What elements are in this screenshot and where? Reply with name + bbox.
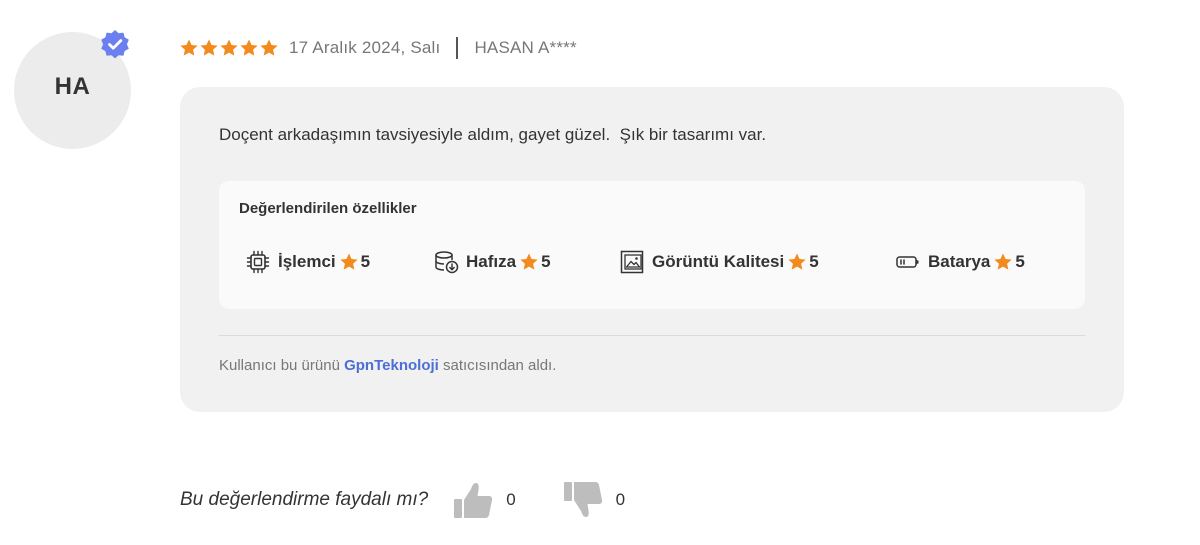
feature-label: Hafıza (466, 252, 517, 271)
seller-prefix: Kullanıcı bu ürünü (219, 357, 345, 374)
feature-label: İşlemci (278, 252, 336, 271)
feature-item-islemci: İşlemci 5 (245, 247, 370, 277)
star-icon (240, 39, 258, 56)
cpu-chip-icon (246, 250, 270, 274)
feature-item-batarya: Batarya 5 (895, 247, 1025, 277)
review-card: Doçent arkadaşımın tavsiyesiyle aldım, g… (180, 87, 1124, 412)
helpful-no-button[interactable]: 0 (562, 480, 625, 520)
image-quality-icon (620, 250, 644, 274)
feature-label: Batarya (928, 252, 991, 271)
storage-database-icon (435, 251, 459, 274)
star-icon (788, 253, 806, 270)
helpful-yes-count: 0 (506, 490, 516, 509)
review-text: Doçent arkadaşımın tavsiyesiyle aldım, g… (219, 125, 767, 144)
thumbs-up-icon (454, 483, 493, 518)
star-icon (220, 39, 238, 56)
seller-info: Kullanıcı bu ürünü GpnTeknoloji satıcısı… (219, 357, 556, 374)
rated-features-box: Değerlendirilen özellikler İşlemci 5 Haf… (219, 181, 1085, 309)
review-date: 17 Aralık 2024, Salı (289, 38, 441, 57)
star-icon (260, 39, 278, 56)
rating-stars (179, 38, 279, 58)
star-icon (994, 253, 1012, 270)
star-icon (200, 39, 218, 56)
feature-score: 5 (1015, 252, 1025, 271)
feature-score: 5 (541, 252, 551, 271)
star-icon (340, 253, 358, 270)
battery-icon (896, 256, 919, 268)
seller-suffix: satıcısından aldı. (438, 357, 557, 374)
verified-badge-icon (101, 30, 129, 59)
features-title: Değerlendirilen özellikler (239, 200, 417, 217)
feature-label: Görüntü Kalitesi (652, 252, 785, 271)
feature-score: 5 (809, 252, 819, 271)
meta-divider (456, 37, 459, 59)
feature-item-goruntu-kalitesi: Görüntü Kalitesi 5 (619, 247, 819, 277)
feature-item-hafiza: Hafıza 5 (433, 247, 551, 277)
helpful-no-count: 0 (615, 490, 626, 509)
reviewer-name: HASAN A**** (474, 38, 577, 57)
feature-score: 5 (360, 252, 371, 271)
seller-link[interactable]: GpnTeknoloji (344, 357, 439, 374)
helpful-yes-button[interactable]: 0 (452, 480, 516, 520)
thumbs-down-icon (563, 482, 602, 517)
avatar-initials: HA (54, 72, 91, 100)
review-meta: 17 Aralık 2024, Salı HASAN A**** (179, 36, 577, 60)
helpful-question: Bu değerlendirme faydalı mı? (180, 489, 429, 510)
star-icon (180, 39, 198, 56)
star-icon (520, 253, 538, 270)
card-divider (219, 335, 1085, 336)
helpful-vote-row: Bu değerlendirme faydalı mı? 0 0 (180, 480, 625, 520)
